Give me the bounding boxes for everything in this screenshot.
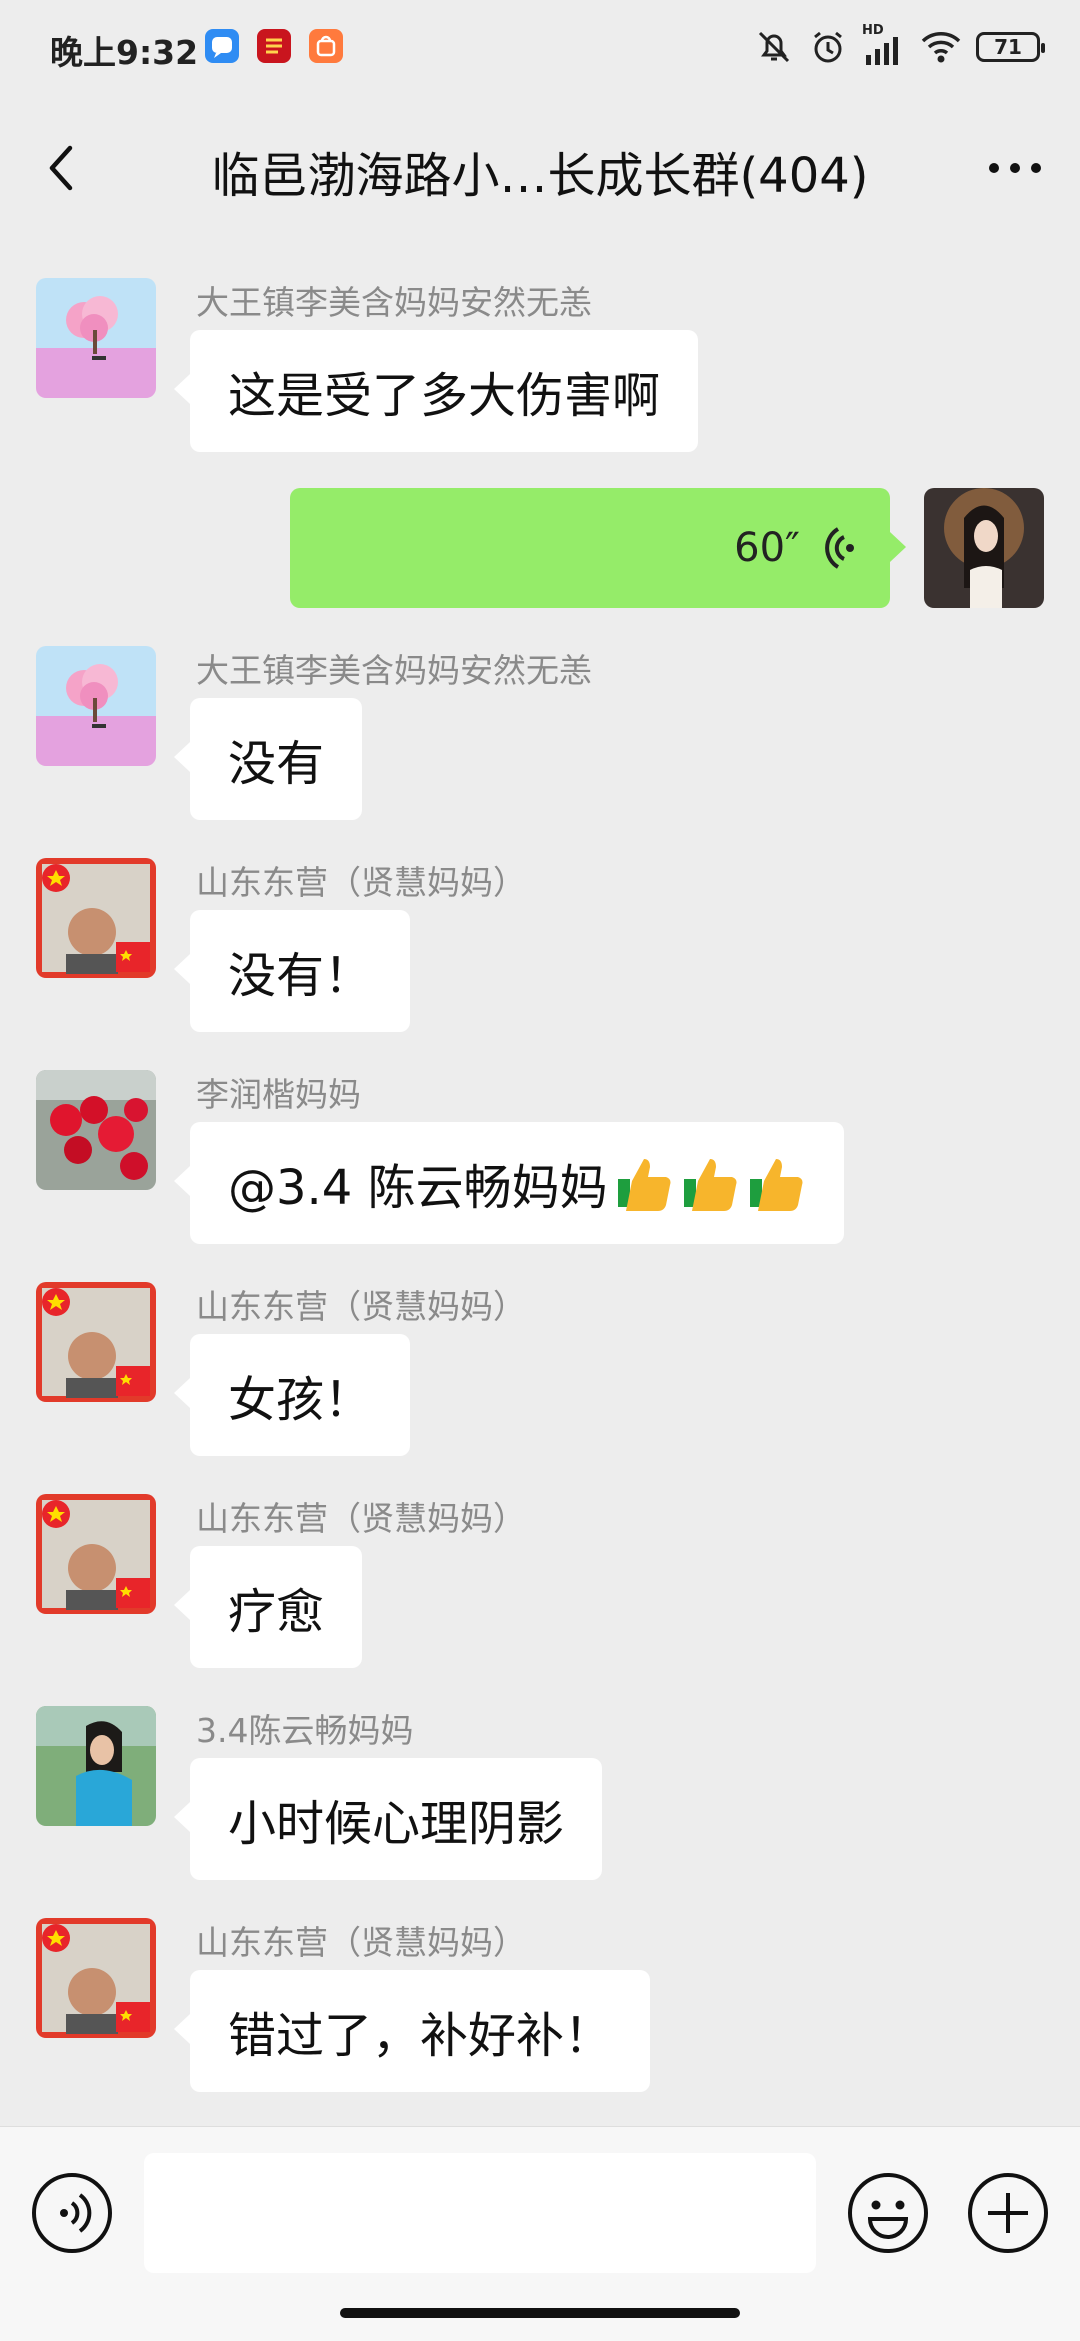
message-bubble[interactable]: 这是受了多大伤害啊: [173, 330, 699, 452]
mute-bell-icon: [758, 31, 790, 63]
child-flag-avatar-icon: [36, 1282, 156, 1402]
child-flag-avatar-icon: [36, 1918, 156, 2038]
message-bubble[interactable]: 没有: [173, 698, 363, 820]
home-indicator[interactable]: [340, 2308, 740, 2318]
chat-title: 临邑渤海路小…长成长群(404): [211, 148, 869, 204]
battery-icon: 71: [976, 32, 1045, 62]
avatar[interactable]: [36, 646, 156, 766]
sender-name: 大王镇李美含妈妈安然无恙: [196, 283, 592, 322]
sender-name: 李润楷妈妈: [196, 1075, 361, 1114]
thumbs-up-emoji-icon: [749, 1159, 803, 1211]
sender-name: 山东东营（贤慧妈妈）: [196, 863, 526, 902]
avatar[interactable]: [36, 278, 156, 398]
message-text: 小时候心理阴影: [228, 1796, 565, 1852]
status-bar: 晚上9:32 HD 71: [0, 0, 1080, 100]
shopping-app-icon: [309, 29, 343, 63]
sender-name: 山东东营（贤慧妈妈）: [196, 1923, 526, 1962]
avatar[interactable]: [36, 1918, 156, 2038]
voice-duration: 60″: [734, 525, 800, 571]
message-bubble[interactable]: 小时候心理阴影: [173, 1758, 603, 1880]
voice-wave-icon: [825, 527, 854, 569]
sender-name: 山东东营（贤慧妈妈）: [196, 1499, 526, 1538]
more-options-button[interactable]: [980, 138, 1050, 198]
message-text: 疗愈: [228, 1584, 325, 1640]
message-list[interactable]: 大王镇李美含妈妈安然无恙 这是受了多大伤害啊 60″ 大王镇李美含妈妈安然无恙 …: [0, 236, 1080, 2126]
child-flag-avatar-icon: [36, 858, 156, 978]
thumbs-up-emoji-icon: [683, 1159, 737, 1211]
wifi-icon: [921, 32, 961, 63]
message-bubble[interactable]: 错过了，补好补！: [173, 1970, 651, 2092]
chat-app-icon: [205, 29, 239, 63]
sender-name: 大王镇李美含妈妈安然无恙: [196, 651, 592, 690]
alarm-icon: [814, 31, 842, 63]
message-bubble[interactable]: 女孩！: [173, 1334, 411, 1456]
back-button[interactable]: [36, 138, 96, 198]
message-bubble[interactable]: 疗愈: [173, 1546, 363, 1668]
pink-tree-avatar-icon: [36, 646, 156, 766]
voice-input-icon: [32, 2173, 112, 2253]
avatar[interactable]: [36, 858, 156, 978]
message-text: 女孩！: [228, 1372, 373, 1428]
avatar[interactable]: [36, 1282, 156, 1402]
signal-icon: HD: [862, 23, 906, 67]
message-text: 错过了，补好补！: [228, 2008, 613, 2064]
message-text: 这是受了多大伤害啊: [228, 368, 661, 424]
status-time: 晚上9:32: [50, 33, 199, 72]
girl-outdoor-avatar-icon: [36, 1706, 156, 1826]
news-app-icon: [257, 29, 291, 63]
my-avatar[interactable]: [924, 488, 1044, 608]
chat-header: 临邑渤海路小…长成长群(404): [0, 100, 1080, 236]
status-icons: HD 71: [754, 23, 1045, 70]
emoji-face-icon: [848, 2173, 928, 2253]
message-bubble[interactable]: 没有！: [173, 910, 411, 1032]
plus-circle-icon: [968, 2173, 1048, 2253]
avatar[interactable]: [36, 1494, 156, 1614]
avatar[interactable]: [36, 1706, 156, 1826]
voice-input-button[interactable]: [30, 2171, 114, 2255]
more-dots-icon: [989, 163, 1041, 173]
emoji-button[interactable]: [846, 2171, 930, 2255]
message-text: @3.4 陈云畅妈妈: [228, 1160, 608, 1216]
woman-portrait-avatar-icon: [924, 488, 1044, 608]
sender-name: 山东东营（贤慧妈妈）: [196, 1287, 526, 1326]
battery-level: 71: [994, 35, 1022, 59]
message-text: 没有: [228, 736, 325, 792]
red-flowers-avatar-icon: [36, 1070, 156, 1190]
more-actions-button[interactable]: [966, 2171, 1050, 2255]
pink-tree-avatar-icon: [36, 278, 156, 398]
message-bubble[interactable]: @3.4 陈云畅妈妈: [174, 1122, 844, 1244]
voice-message-bubble[interactable]: 60″: [290, 488, 906, 608]
avatar[interactable]: [36, 1070, 156, 1190]
message-input[interactable]: [144, 2153, 816, 2273]
back-arrow-icon: [49, 145, 73, 191]
message-text: 没有！: [228, 948, 373, 1004]
sender-name: 3.4陈云畅妈妈: [196, 1711, 414, 1750]
thumbs-up-emoji-icon: [617, 1159, 671, 1211]
child-flag-avatar-icon: [36, 1494, 156, 1614]
